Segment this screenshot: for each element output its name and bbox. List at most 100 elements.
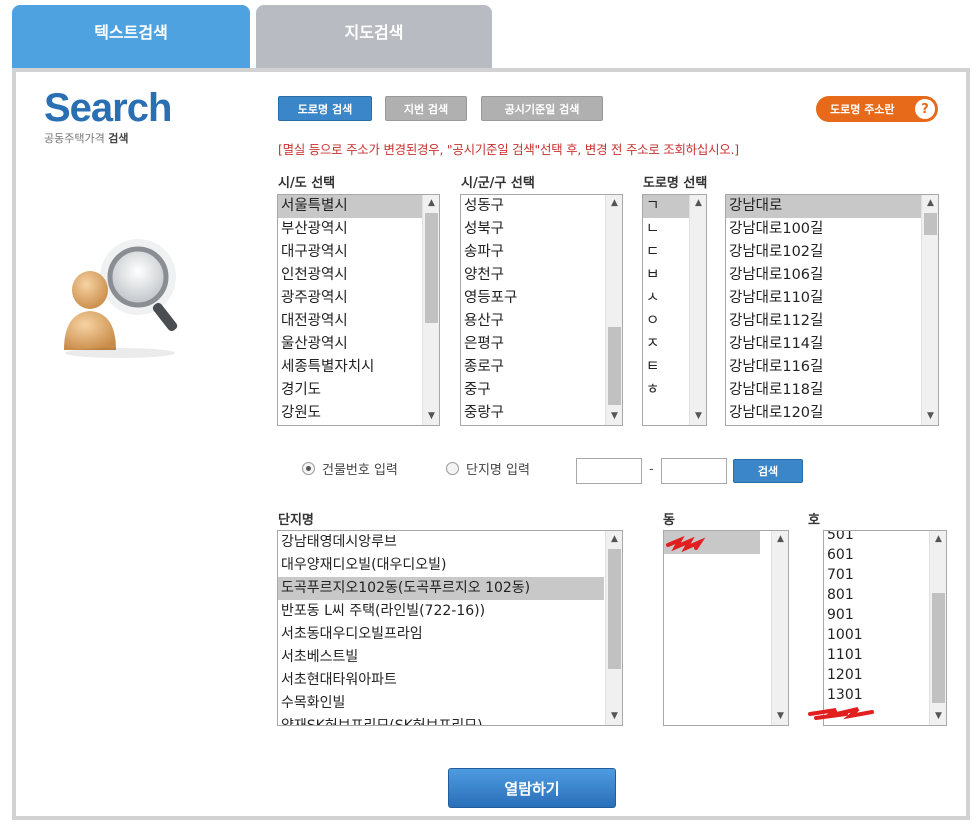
radio-selected-icon[interactable] [302,462,315,475]
sido-list-item[interactable]: 부산광역시 [278,218,422,241]
ho-list-item[interactable]: 601 [824,545,946,565]
ho-list-item[interactable]: 701 [824,565,946,585]
road-initial-listbox[interactable]: ㄱㄴㄷㅂㅅㅇㅈㅌㅎ ▲ ▼ [642,194,707,426]
complex-list-item[interactable]: 도곡푸르지오102동(도곡푸르지오 102동) [278,577,604,600]
complex-list-item[interactable]: 서초현대타워아파트 [278,669,604,692]
road-name-list-item[interactable]: 강남대로118길 [726,379,921,402]
ho-scrollbar[interactable]: ▲ ▼ [929,531,946,725]
sido-list-item[interactable]: 경기도 [278,379,422,402]
sigungu-list-item[interactable]: 성동구 [461,195,605,218]
radio-unselected-icon[interactable] [446,462,459,475]
complex-list-item[interactable]: 서초베스트빌 [278,646,604,669]
scroll-up-icon[interactable]: ▲ [606,531,622,548]
complex-list-item[interactable]: 강남태영데시앙루브 [278,531,604,554]
sigungu-list-item[interactable]: 송파구 [461,241,605,264]
building-main-number-input[interactable] [576,458,642,484]
sido-list-item[interactable]: 울산광역시 [278,333,422,356]
road-name-list-item[interactable]: 강남대로100길 [726,218,921,241]
sigungu-list-item[interactable]: 양천구 [461,264,605,287]
scroll-down-icon[interactable]: ▼ [922,408,938,425]
scroll-up-icon[interactable]: ▲ [922,195,938,212]
scroll-up-icon[interactable]: ▲ [930,531,946,548]
sido-list-item[interactable]: 광주광역시 [278,287,422,310]
road-search-button[interactable]: 도로명 검색 [278,96,372,121]
scroll-up-icon[interactable]: ▲ [772,531,788,548]
scroll-up-icon[interactable]: ▲ [606,195,622,212]
building-number-radio[interactable]: 건물번호 입력 [302,459,398,478]
ho-list-item[interactable]: 1201 [824,665,946,685]
dong-scrollbar[interactable]: ▲ ▼ [771,531,788,725]
road-name-list-item[interactable]: 강남대로110길 [726,287,921,310]
sigungu-list-item[interactable]: 은평구 [461,333,605,356]
complex-list-item[interactable]: 대우양재디오빌(대우디오빌) [278,554,604,577]
scroll-thumb[interactable] [932,593,945,703]
road-address-guide-button[interactable]: 도로명 주소란 ? [816,96,938,122]
jibun-search-button[interactable]: 지번 검색 [385,96,467,121]
ho-list-item[interactable]: 801 [824,585,946,605]
sido-list-item[interactable]: 강원도 [278,402,422,425]
scroll-thumb[interactable] [608,327,621,405]
sigungu-scrollbar[interactable]: ▲ ▼ [605,195,622,425]
complex-list-item[interactable]: 수목화인빌 [278,692,604,715]
ho-list-item[interactable]: 501 [824,531,946,545]
complex-list-item[interactable]: 서초동대우디오빌프라임 [278,623,604,646]
road-name-list-item[interactable]: 강남대로120길 [726,402,921,425]
road-initial-list-item[interactable]: ㄱ [643,195,689,218]
search-button[interactable]: 검색 [733,459,803,483]
ho-list-item[interactable]: 1001 [824,625,946,645]
tab-text-search[interactable]: 텍스트검색 [12,5,250,69]
scroll-up-icon[interactable]: ▲ [423,195,439,212]
sido-listbox[interactable]: 서울특별시 부산광역시 대구광역시 인천광역시 광주광역시 대전광역시 울산광역시 세종특별자… [277,194,440,426]
complex-scrollbar[interactable]: ▲ ▼ [605,531,622,725]
building-sub-number-input[interactable] [661,458,727,484]
sido-list-item[interactable]: 세종특별자치시 [278,356,422,379]
road-scrollbar[interactable]: ▲ ▼ [921,195,938,425]
public-date-search-button[interactable]: 공시기준일 검색 [481,96,603,121]
scroll-thumb[interactable] [924,213,937,235]
tab-map-search[interactable]: 지도검색 [256,5,492,69]
road-initial-list-item[interactable]: ㅌ [643,356,689,379]
sido-list-item[interactable]: 대전광역시 [278,310,422,333]
sido-list-item[interactable]: 인천광역시 [278,264,422,287]
complex-list-item[interactable]: 양재SK허브프리모(SK허브프리모) [278,715,604,725]
ho-list-item[interactable]: 901 [824,605,946,625]
scroll-thumb[interactable] [608,549,621,669]
road-initial-list-item[interactable]: ㄷ [643,241,689,264]
road-initial-list-item[interactable]: ㅅ [643,287,689,310]
sigungu-list-item[interactable]: 종로구 [461,356,605,379]
sigungu-list-item[interactable]: 용산구 [461,310,605,333]
scroll-down-icon[interactable]: ▼ [606,408,622,425]
scroll-up-icon[interactable]: ▲ [690,195,706,212]
dong-listbox[interactable]: ▲ ▼ [663,530,789,726]
road-name-list-item[interactable]: 강남대로102길 [726,241,921,264]
road-name-list-item[interactable]: 강남대로 [726,195,921,218]
scroll-down-icon[interactable]: ▼ [930,708,946,725]
scroll-thumb[interactable] [425,213,438,323]
sido-list-item[interactable]: 대구광역시 [278,241,422,264]
ho-list-item[interactable]: 1101 [824,645,946,665]
sigungu-listbox[interactable]: 성동구 성북구 송파구 양천구 영등포구 용산구 은평구 종로구 중구 중랑구 ▲ ▼ [460,194,623,426]
sigungu-list-item[interactable]: 중랑구 [461,402,605,425]
sido-scrollbar[interactable]: ▲ ▼ [422,195,439,425]
scroll-down-icon[interactable]: ▼ [690,408,706,425]
initial-scrollbar[interactable]: ▲ ▼ [689,195,706,425]
sido-list-item[interactable]: 서울특별시 [278,195,422,218]
sigungu-list-item[interactable]: 성북구 [461,218,605,241]
road-initial-list-item[interactable]: ㅎ [643,379,689,402]
complex-name-radio[interactable]: 단지명 입력 [446,459,530,478]
view-button[interactable]: 열람하기 [448,768,616,808]
road-name-list-item[interactable]: 강남대로116길 [726,356,921,379]
road-initial-list-item[interactable]: ㅇ [643,310,689,333]
complex-list-item[interactable]: 반포동 L씨 주택(라인빌(722-16)) [278,600,604,623]
complex-listbox[interactable]: 강남태영데시앙루브 대우양재디오빌(대우디오빌) 도곡푸르지오102동(도곡푸르지오… [277,530,623,726]
sigungu-list-item[interactable]: 영등포구 [461,287,605,310]
scroll-down-icon[interactable]: ▼ [606,708,622,725]
road-name-list-item[interactable]: 강남대로106길 [726,264,921,287]
ho-listbox[interactable]: 501 601 701 801 901 1001 1101 1201 1301 ▲ ▼ [823,530,947,726]
road-initial-list-item[interactable]: ㅂ [643,264,689,287]
scroll-down-icon[interactable]: ▼ [423,408,439,425]
road-name-list-item[interactable]: 강남대로114길 [726,333,921,356]
road-initial-list-item[interactable]: ㅈ [643,333,689,356]
road-initial-list-item[interactable]: ㄴ [643,218,689,241]
road-name-listbox[interactable]: 강남대로 강남대로100길 강남대로102길 강남대로106길 강남대로110길강남대로… [725,194,939,426]
